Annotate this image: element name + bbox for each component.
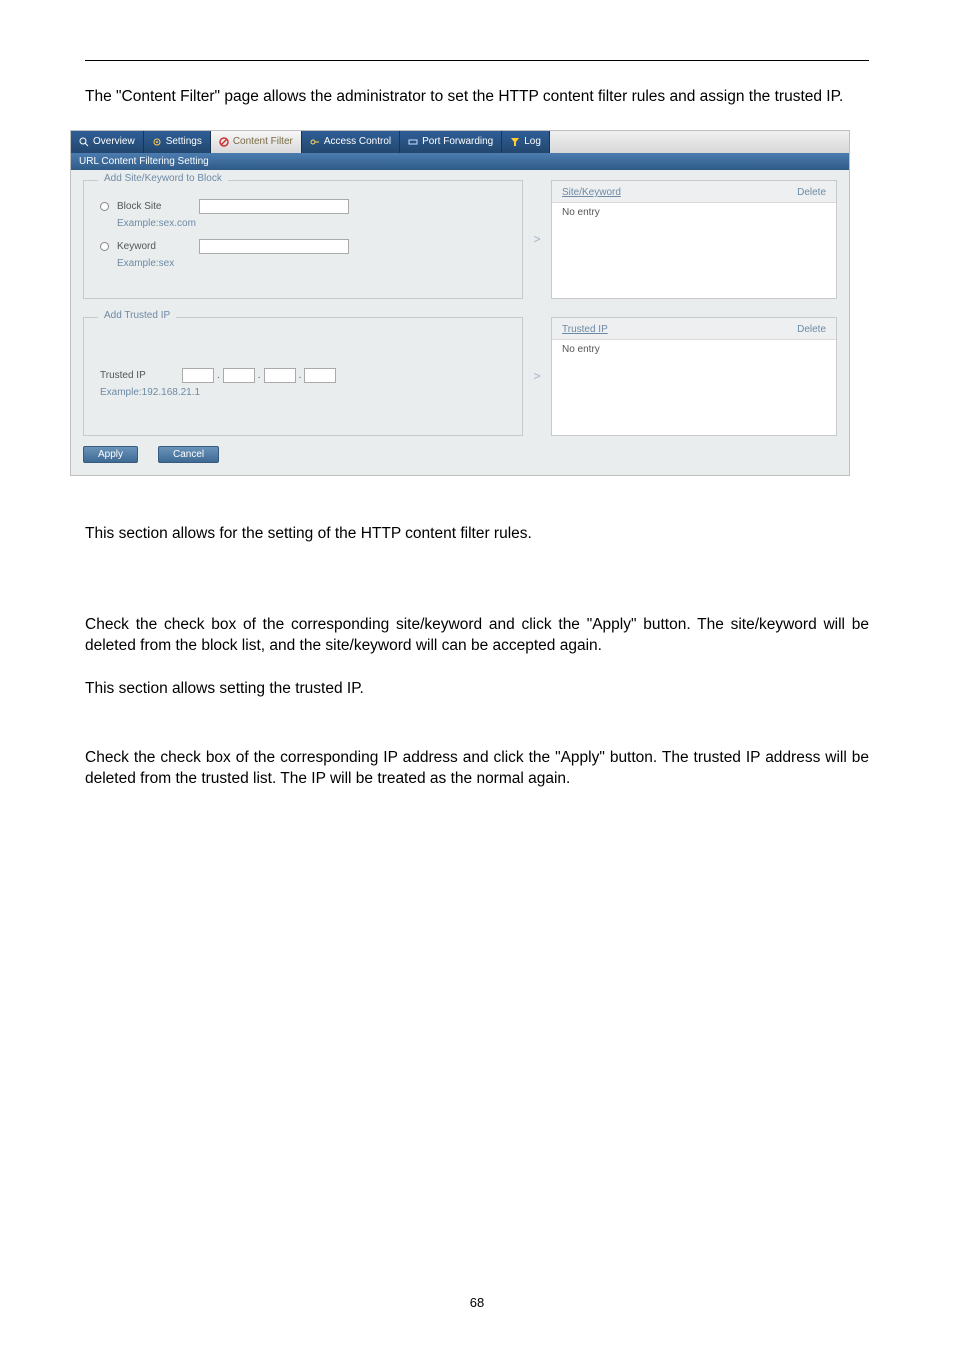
section-text-3: This section allows setting the trusted … [85, 679, 869, 700]
block-icon [219, 137, 229, 147]
tab-bar: Overview Settings Content Filter Access … [71, 131, 849, 153]
panel-subheader: URL Content Filtering Setting [71, 153, 849, 170]
ip-octet-2[interactable] [223, 368, 255, 383]
keyword-radio[interactable] [100, 242, 109, 251]
tab-label: Port Forwarding [422, 136, 493, 147]
screenshot-panel: Overview Settings Content Filter Access … [70, 130, 850, 476]
list-body: No entry [552, 339, 836, 435]
key-icon [310, 137, 320, 147]
tab-log[interactable]: Log [502, 131, 550, 153]
ip-dot-icon: . [298, 370, 303, 381]
site-keyword-list: Site/Keyword Delete No entry [551, 180, 837, 299]
section-text-1: This section allows for the setting of t… [85, 524, 869, 545]
ip-dot-icon: . [257, 370, 262, 381]
tab-access-control[interactable]: Access Control [302, 131, 400, 153]
tab-label: Log [524, 136, 541, 147]
arrow-right-icon: > [523, 317, 551, 436]
keyword-row: Keyword [100, 239, 506, 254]
funnel-icon [510, 137, 520, 147]
block-site-hint: Example:sex.com [117, 218, 506, 229]
fieldset-add-site-keyword: Add Site/Keyword to Block Block Site Exa… [83, 180, 523, 299]
col-site-keyword[interactable]: Site/Keyword [562, 187, 766, 198]
keyword-input[interactable] [199, 239, 349, 254]
block-site-label: Block Site [117, 201, 199, 212]
keyword-label: Keyword [117, 241, 199, 252]
ip-dot-icon: . [216, 370, 221, 381]
tab-filler [550, 131, 849, 153]
panel-body: Add Site/Keyword to Block Block Site Exa… [71, 170, 849, 475]
apply-button[interactable]: Apply [83, 446, 138, 463]
fieldset-legend: Add Site/Keyword to Block [98, 173, 228, 184]
col-delete[interactable]: Delete [766, 187, 826, 198]
trusted-ip-list: Trusted IP Delete No entry [551, 317, 837, 436]
intro-paragraph: The "Content Filter" page allows the adm… [85, 87, 869, 108]
arrow-right-icon: > [523, 180, 551, 299]
page-number: 68 [0, 1295, 954, 1310]
trusted-ip-hint: Example:192.168.21.1 [100, 387, 506, 398]
tab-label: Access Control [324, 136, 391, 147]
trusted-ip-label: Trusted IP [100, 370, 182, 381]
col-trusted-ip[interactable]: Trusted IP [562, 324, 766, 335]
fieldset-legend: Add Trusted IP [98, 310, 176, 321]
col-delete[interactable]: Delete [766, 324, 826, 335]
block-site-input[interactable] [199, 199, 349, 214]
tab-label: Overview [93, 136, 135, 147]
tab-label: Settings [166, 136, 202, 147]
gear-icon [152, 137, 162, 147]
tab-port-forwarding[interactable]: Port Forwarding [400, 131, 502, 153]
port-icon [408, 137, 418, 147]
list-header: Trusted IP Delete [552, 318, 836, 339]
ip-octet-4[interactable] [304, 368, 336, 383]
section-text-2: Check the check box of the corresponding… [85, 615, 869, 657]
tab-overview[interactable]: Overview [71, 131, 144, 153]
list-header: Site/Keyword Delete [552, 181, 836, 202]
list-body: No entry [552, 202, 836, 298]
ip-octet-3[interactable] [264, 368, 296, 383]
tab-settings[interactable]: Settings [144, 131, 211, 153]
block-site-row: Block Site [100, 199, 506, 214]
tab-content-filter[interactable]: Content Filter [211, 131, 302, 153]
button-row: Apply Cancel [83, 436, 837, 463]
trusted-ip-row: Trusted IP . . . [100, 368, 506, 383]
tab-label: Content Filter [233, 136, 293, 147]
keyword-hint: Example:sex [117, 258, 506, 269]
section-text-4: Check the check box of the corresponding… [85, 748, 869, 790]
magnifier-icon [79, 137, 89, 147]
fieldset-add-trusted-ip: Add Trusted IP Trusted IP . . . Example:… [83, 317, 523, 436]
cancel-button[interactable]: Cancel [158, 446, 219, 463]
ip-octet-1[interactable] [182, 368, 214, 383]
ip-input-group: . . . [182, 368, 336, 383]
block-site-radio[interactable] [100, 202, 109, 211]
